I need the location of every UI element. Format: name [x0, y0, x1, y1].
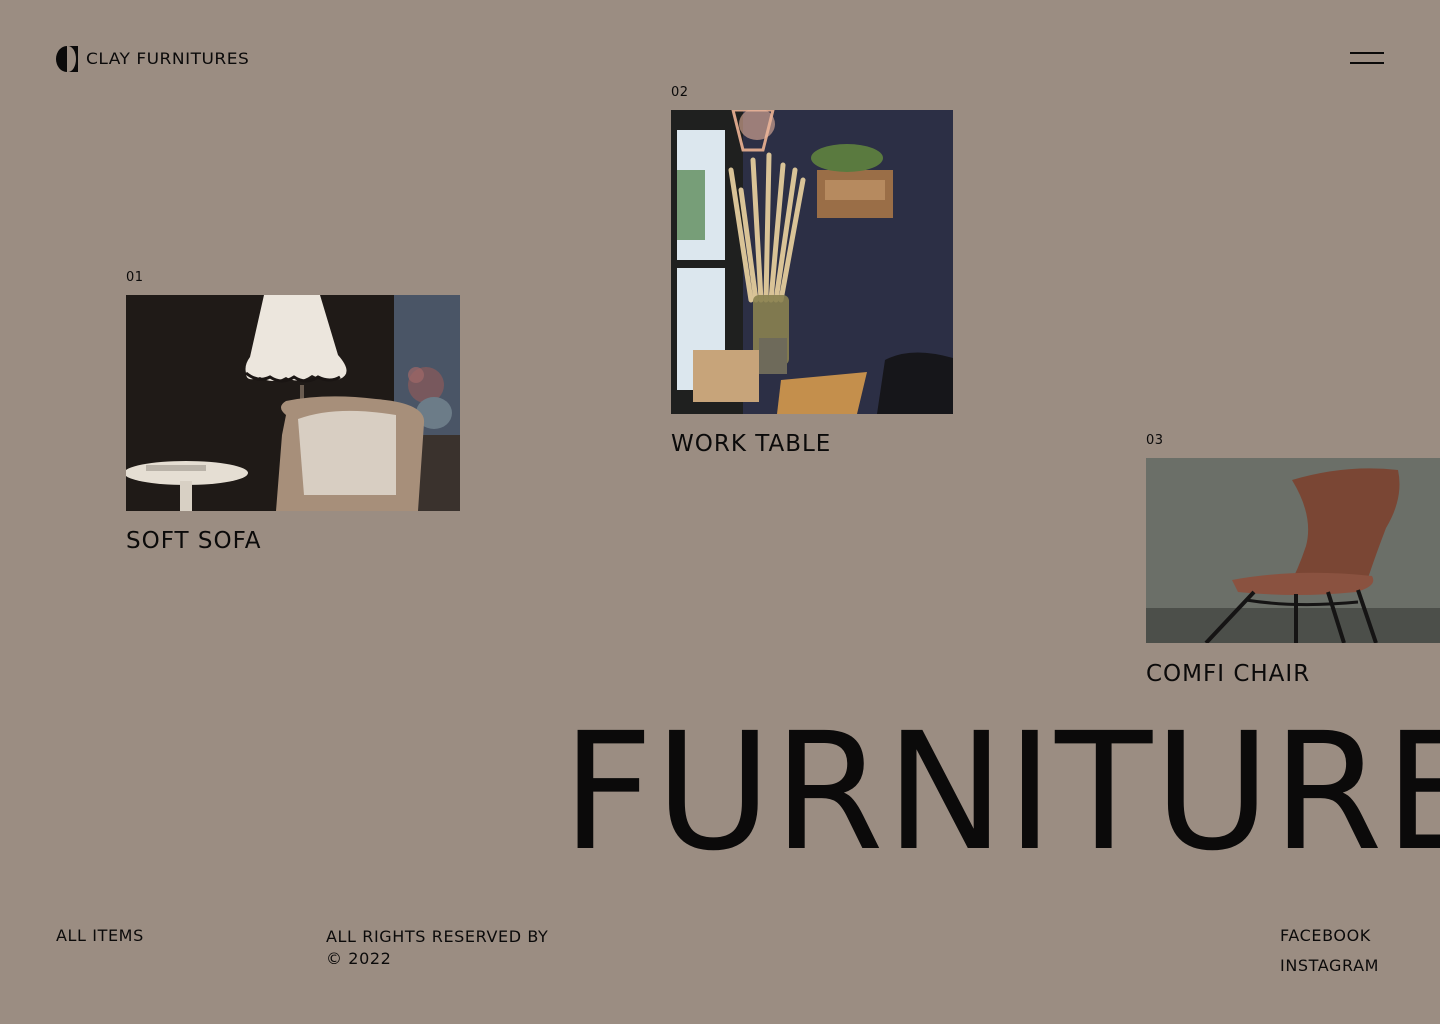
hero-headline: FURNITURE: [562, 699, 1440, 887]
product-number: 03: [1146, 433, 1164, 448]
hamburger-menu-icon: [1350, 52, 1384, 54]
product-title[interactable]: SOFT SOFA: [126, 528, 261, 554]
product-image-work-table[interactable]: [671, 110, 953, 414]
copyright-line-2: © 2022: [326, 949, 392, 968]
chair-photo: [1146, 458, 1440, 643]
work-table-photo: [671, 110, 953, 414]
menu-button[interactable]: [1350, 52, 1386, 66]
facebook-link[interactable]: FACEBOOK: [1280, 926, 1371, 945]
product-title[interactable]: WORK TABLE: [671, 431, 831, 457]
brand-logo-icon: [56, 46, 78, 72]
copyright: ALL RIGHTS RESERVED BY © 2022: [326, 926, 548, 970]
product-image-soft-sofa[interactable]: [126, 295, 460, 511]
all-items-link[interactable]: ALL ITEMS: [56, 926, 144, 945]
instagram-link[interactable]: INSTAGRAM: [1280, 956, 1379, 975]
product-number: 01: [126, 270, 144, 285]
brand-name: CLAY FURNITURES: [86, 49, 250, 69]
product-number: 02: [671, 85, 689, 100]
sofa-lamp-photo: [126, 295, 460, 511]
copyright-line-1: ALL RIGHTS RESERVED BY: [326, 927, 549, 946]
product-image-comfi-chair[interactable]: [1146, 458, 1440, 643]
brand-logo[interactable]: CLAY FURNITURES: [56, 46, 249, 72]
product-title[interactable]: COMFI CHAIR: [1146, 661, 1310, 687]
hamburger-menu-icon-line: [1350, 62, 1384, 64]
